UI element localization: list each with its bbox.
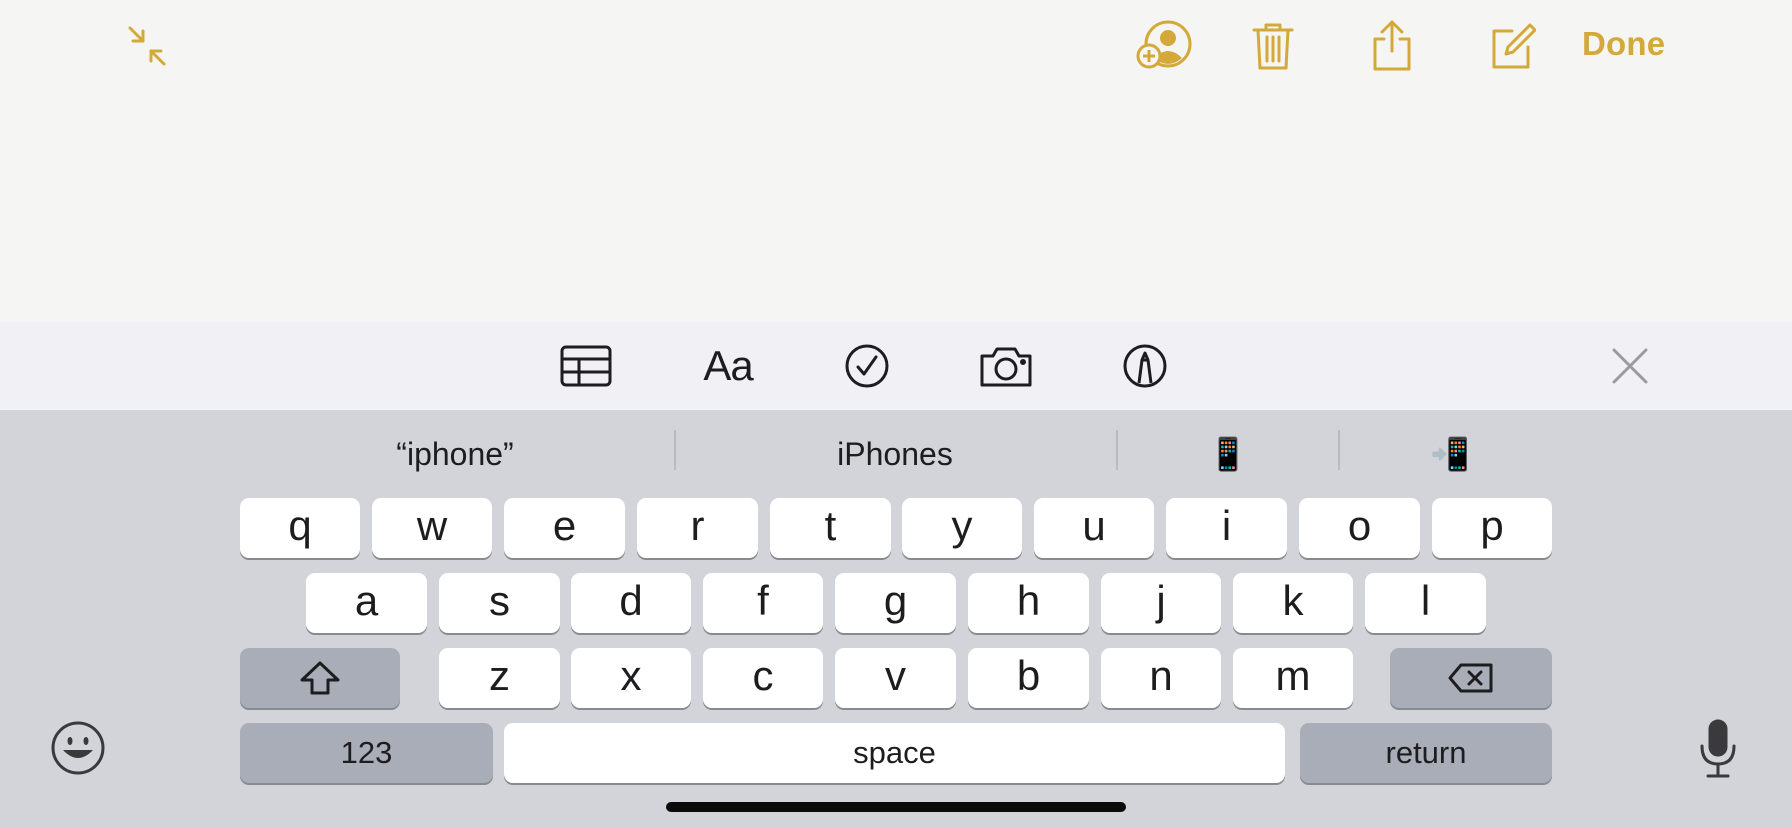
key-n[interactable]: n [1101,648,1221,708]
microphone-icon[interactable] [1690,714,1746,784]
trash-icon[interactable] [1243,16,1303,76]
key-j[interactable]: j [1101,573,1221,633]
done-button[interactable]: Done [1582,22,1665,66]
numbers-key[interactable]: 123 [240,723,493,783]
key-g[interactable]: g [835,573,956,633]
shift-key[interactable] [240,648,400,708]
prediction-item[interactable]: iPhones [680,424,1110,484]
prediction-divider [1116,430,1118,470]
checklist-icon[interactable] [837,336,897,396]
close-icon[interactable] [1600,336,1660,396]
key-m[interactable]: m [1233,648,1353,708]
key-k[interactable]: k [1233,573,1353,633]
key-t[interactable]: t [770,498,891,558]
prediction-divider [1338,430,1340,470]
key-y[interactable]: y [902,498,1022,558]
collapse-icon[interactable] [116,16,176,76]
key-f[interactable]: f [703,573,823,633]
key-u[interactable]: u [1034,498,1154,558]
space-key[interactable]: space [504,723,1285,783]
return-key[interactable]: return [1300,723,1552,783]
key-z[interactable]: z [439,648,560,708]
key-s[interactable]: s [439,573,560,633]
delete-icon [1448,663,1493,693]
table-icon[interactable] [556,336,616,396]
format-icon[interactable]: Aa [698,336,758,396]
prediction-emoji[interactable]: 📲 [1342,424,1558,484]
key-e[interactable]: e [504,498,625,558]
key-a[interactable]: a [306,573,427,633]
delete-key[interactable] [1390,648,1552,708]
format-label: Aa [703,342,753,389]
key-c[interactable]: c [703,648,823,708]
key-d[interactable]: d [571,573,691,633]
key-q[interactable]: q [240,498,360,558]
add-person-icon[interactable] [1134,16,1194,76]
key-o[interactable]: o [1299,498,1420,558]
home-indicator[interactable] [666,802,1126,812]
shift-icon [300,661,340,695]
camera-icon[interactable] [976,336,1036,396]
markup-icon[interactable] [1115,336,1175,396]
key-p[interactable]: p [1432,498,1552,558]
share-icon[interactable] [1362,16,1422,76]
key-h[interactable]: h [968,573,1089,633]
key-l[interactable]: l [1365,573,1486,633]
key-r[interactable]: r [637,498,758,558]
key-v[interactable]: v [835,648,956,708]
keyboard: “iphone” iPhones 📱 📲 q w e r t y u i o p… [0,410,1792,828]
compose-icon[interactable] [1482,16,1542,76]
key-i[interactable]: i [1166,498,1287,558]
key-w[interactable]: w [372,498,492,558]
key-x[interactable]: x [571,648,691,708]
note-area[interactable]: Done [0,0,1792,322]
prediction-divider [674,430,676,470]
prediction-item[interactable]: “iphone” [240,424,670,484]
key-b[interactable]: b [968,648,1089,708]
prediction-emoji[interactable]: 📱 [1120,424,1336,484]
formatting-toolbar: Aa [0,322,1792,411]
emoji-icon[interactable] [48,718,108,778]
